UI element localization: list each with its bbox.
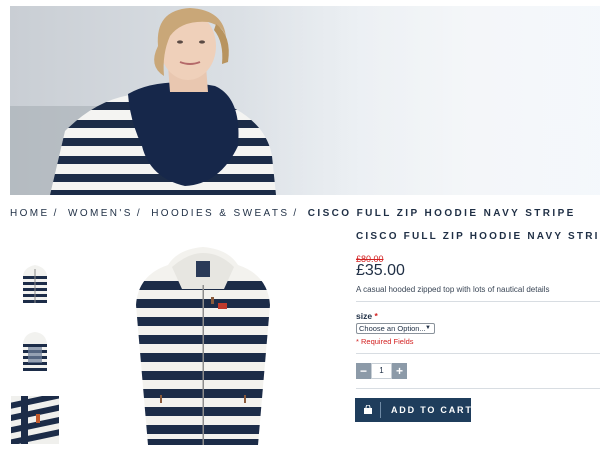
dropdown-arrow-icon: ▼ xyxy=(425,325,431,331)
divider xyxy=(356,353,600,354)
divider xyxy=(356,388,600,389)
quantity-input[interactable]: 1 xyxy=(371,363,392,379)
thumbnail-detail[interactable] xyxy=(11,396,59,444)
breadcrumb: HOME / WOMEN'S / HOODIES & SWEATS / CISCO F… xyxy=(10,208,576,219)
breadcrumb-home[interactable]: HOME xyxy=(10,208,50,219)
button-divider xyxy=(380,402,381,418)
product-main-image xyxy=(136,247,270,445)
product-title: CISCO FULL ZIP HOODIE NAVY STRIPE xyxy=(356,231,600,242)
quantity-increase-button[interactable]: + xyxy=(392,363,407,379)
breadcrumb-womens[interactable]: WOMEN'S xyxy=(68,208,133,219)
thumbnail-front[interactable] xyxy=(11,259,59,307)
breadcrumb-separator: / xyxy=(293,208,299,219)
divider xyxy=(356,301,600,302)
thumbnail-back[interactable] xyxy=(11,327,59,375)
hero-banner xyxy=(10,6,600,195)
quantity-decrease-button[interactable]: − xyxy=(356,363,371,379)
breadcrumb-separator: / xyxy=(136,208,142,219)
size-select[interactable]: Choose an Option... ▼ xyxy=(356,323,435,334)
size-label-text: size xyxy=(356,311,373,321)
add-to-cart-button[interactable]: ADD TO CART xyxy=(355,398,471,422)
breadcrumb-separator: / xyxy=(53,208,59,219)
breadcrumb-current: CISCO FULL ZIP HOODIE NAVY STRIPE xyxy=(307,208,576,219)
size-label: size * xyxy=(356,311,378,321)
hero-model-image xyxy=(50,8,276,195)
required-fields-note: * Required Fields xyxy=(356,337,414,346)
required-asterisk: * xyxy=(374,311,378,321)
add-to-cart-label: ADD TO CART xyxy=(391,405,473,415)
shopping-bag-icon xyxy=(364,405,372,414)
size-select-value: Choose an Option... xyxy=(359,324,426,333)
sale-price: £35.00 xyxy=(356,262,405,279)
breadcrumb-hoodies-sweats[interactable]: HOODIES & SWEATS xyxy=(151,208,289,219)
product-description: A casual hooded zipped top with lots of … xyxy=(356,285,550,294)
